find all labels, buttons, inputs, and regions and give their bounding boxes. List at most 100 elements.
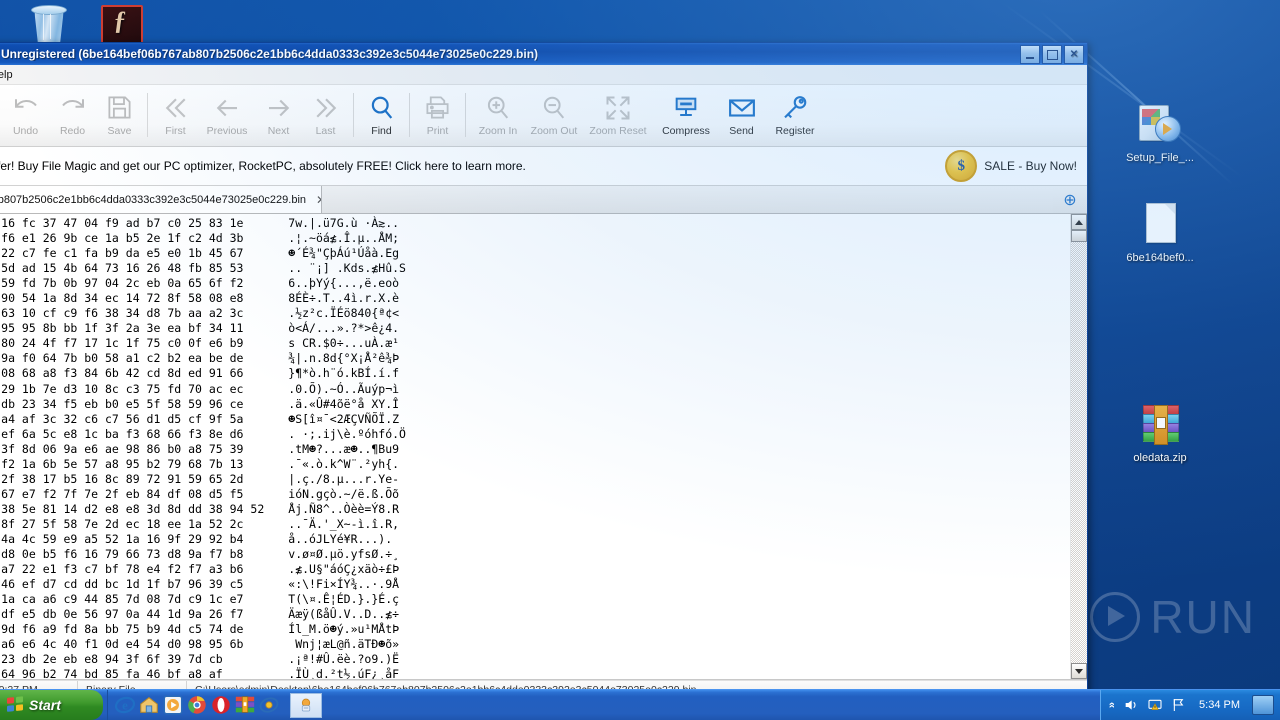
last-icon xyxy=(311,91,341,124)
volume-icon[interactable] xyxy=(1123,697,1139,713)
save-icon xyxy=(106,91,133,124)
minimize-button[interactable] xyxy=(1020,45,1040,64)
installer-icon xyxy=(1136,100,1184,148)
hex-bytes-column: 7 77 99 7c 16 fc 37 47 04 f9 ad b7 c0 25… xyxy=(1,216,265,679)
show-desktop-icon[interactable] xyxy=(138,694,160,716)
flag-icon[interactable] xyxy=(1171,697,1187,713)
clock[interactable]: 5:34 PM xyxy=(1195,699,1244,711)
promo-banner-text[interactable]: Time Offer! Buy File Magic and get our P… xyxy=(0,159,526,173)
toolbar-button-last[interactable]: Last xyxy=(302,85,349,137)
maximize-button[interactable] xyxy=(1042,45,1062,64)
mail-icon xyxy=(727,91,757,124)
hex-pane[interactable]: 7 77 99 7c 16 fc 37 47 04 f9 ad b7 c0 25… xyxy=(0,214,1070,679)
desktop-icon-oledata-zip[interactable]: oledata.zip xyxy=(1118,400,1202,465)
toolbar-button-zoom-out[interactable]: Zoom Out xyxy=(526,85,582,137)
file-magic-window[interactable]: Unregistered (6be164bef06b767ab807b2506c… xyxy=(0,42,1088,699)
toolbar-label: Register xyxy=(775,125,815,137)
toolbar-button-zoom-reset[interactable]: Zoom Reset xyxy=(582,85,654,137)
compress-icon xyxy=(672,91,700,124)
desktop-icon-label: 6be164bef0... xyxy=(1126,252,1194,264)
opera-icon[interactable] xyxy=(210,694,232,716)
desktop-icon-bin-file[interactable]: 6be164bef0... xyxy=(1118,200,1202,265)
dollar-coin-icon: $ xyxy=(945,150,978,182)
toolbar-label: Save xyxy=(107,125,132,137)
hex-blank-area xyxy=(406,216,1070,679)
tab-open-file[interactable]: 6b767ab807b2506c2e1bb6c4dda0333c392e3c50… xyxy=(0,186,322,213)
internet-explorer-icon[interactable]: e xyxy=(114,694,136,716)
toolbar-button-compress[interactable]: Compress xyxy=(654,85,718,137)
toolbar-button-undo[interactable]: Undo xyxy=(2,85,49,137)
desktop-icon-setup-file[interactable]: Setup_File_... xyxy=(1118,100,1202,165)
desktop-icon-label: oledata.zip xyxy=(1133,452,1187,464)
system-tray[interactable]: » 5:34 PM xyxy=(1099,690,1280,720)
toolbar-label: Print xyxy=(426,125,449,137)
tab-label: 6b767ab807b2506c2e1bb6c4dda0333c392e3c50… xyxy=(0,193,307,206)
toolbar-label: Send xyxy=(729,125,754,137)
toolbar-label: First xyxy=(165,125,186,137)
redo-icon xyxy=(58,91,88,124)
search-icon xyxy=(368,91,396,124)
tabstrip[interactable]: 6b767ab807b2506c2e1bb6c4dda0333c392e3c50… xyxy=(0,186,1087,214)
toolbar-separator xyxy=(147,93,148,137)
start-button[interactable]: Start xyxy=(0,690,103,720)
archive-icon xyxy=(1136,400,1184,448)
previous-icon xyxy=(212,91,242,124)
toolbar-button-register[interactable]: Register xyxy=(765,85,825,137)
window-titlebar[interactable]: Unregistered (6be164bef06b767ab807b2506c… xyxy=(0,43,1087,65)
desktop[interactable]: ƒ Setup_File_... 6be164bef0... oledata.z… xyxy=(0,0,1280,720)
watermark-run: RUN xyxy=(1150,591,1256,643)
toolbar-button-send[interactable]: Send xyxy=(718,85,765,137)
zoom-in-icon xyxy=(484,91,512,124)
sale-buy-now-button[interactable]: $ SALE - Buy Now! xyxy=(945,150,1077,182)
scroll-down-button[interactable] xyxy=(1071,663,1087,679)
hex-ascii-column: 7w.|.ü7G.ù ·À≳.. .¦.~öá≴.Î.µ..ÅM; ☻´É¾"Ç… xyxy=(288,216,406,679)
tabstrip-filler xyxy=(322,186,1053,213)
toolbar-button-redo[interactable]: Redo xyxy=(49,85,96,137)
toolbar-label: Zoom In xyxy=(478,125,518,137)
toolbar-button-find[interactable]: Find xyxy=(358,85,405,137)
show-desktop-button[interactable] xyxy=(1252,695,1274,715)
scroll-up-button[interactable] xyxy=(1071,214,1087,230)
toolbar-button-print[interactable]: Print xyxy=(414,85,461,137)
vertical-scrollbar[interactable] xyxy=(1070,214,1087,679)
network-warning-icon[interactable] xyxy=(1147,697,1163,713)
menubar[interactable]: ls Help xyxy=(0,65,1087,85)
hex-view[interactable]: 7 77 99 7c 16 fc 37 47 04 f9 ad b7 c0 25… xyxy=(0,214,1087,680)
add-tab-button[interactable]: ⊕ xyxy=(1053,186,1087,213)
toolbar-button-zoom-in[interactable]: Zoom In xyxy=(470,85,526,137)
media-player-icon[interactable] xyxy=(162,694,184,716)
close-icon[interactable]: ✕ xyxy=(314,193,321,207)
desktop-icon-label: Setup_File_... xyxy=(1126,152,1194,164)
close-button[interactable]: ✕ xyxy=(1064,45,1084,64)
taskbar-task-file-magic[interactable] xyxy=(290,692,322,718)
quick-launch[interactable]: e xyxy=(107,690,286,720)
winrar-icon[interactable] xyxy=(234,694,256,716)
toolbar-label: Last xyxy=(315,125,336,137)
zoom-reset-icon xyxy=(604,91,632,124)
explorer-icon[interactable] xyxy=(258,694,280,716)
toolbar-label: Next xyxy=(267,125,290,137)
printer-icon xyxy=(424,91,451,124)
toolbar-button-first[interactable]: First xyxy=(152,85,199,137)
taskbar[interactable]: Start e » 5:34 PM xyxy=(0,689,1280,720)
start-label: Start xyxy=(29,697,61,713)
toolbar-separator xyxy=(409,93,410,137)
toolbar-separator xyxy=(465,93,466,137)
toolbar-separator xyxy=(353,93,354,137)
toolbar-button-previous[interactable]: Previous xyxy=(199,85,255,137)
chrome-icon[interactable] xyxy=(186,694,208,716)
toolbar-button-next[interactable]: Next xyxy=(255,85,302,137)
toolbar-button-save[interactable]: Save xyxy=(96,85,143,137)
toolbar-label: Zoom Reset xyxy=(589,125,647,137)
promo-banner[interactable]: Time Offer! Buy File Magic and get our P… xyxy=(0,147,1087,186)
toolbar-label: Undo xyxy=(12,125,39,137)
tray-expand-button[interactable]: » xyxy=(1106,702,1118,708)
toolbar[interactable]: Reload Undo Redo xyxy=(0,85,1087,147)
next-icon xyxy=(264,91,294,124)
menu-item-help[interactable]: Help xyxy=(0,67,22,83)
toolbar-label: Previous xyxy=(206,125,248,137)
window-controls[interactable]: ✕ xyxy=(1020,45,1084,64)
zoom-out-icon xyxy=(540,91,568,124)
file-magic-task-icon xyxy=(301,698,311,712)
scrollbar-thumb[interactable] xyxy=(1071,230,1087,242)
